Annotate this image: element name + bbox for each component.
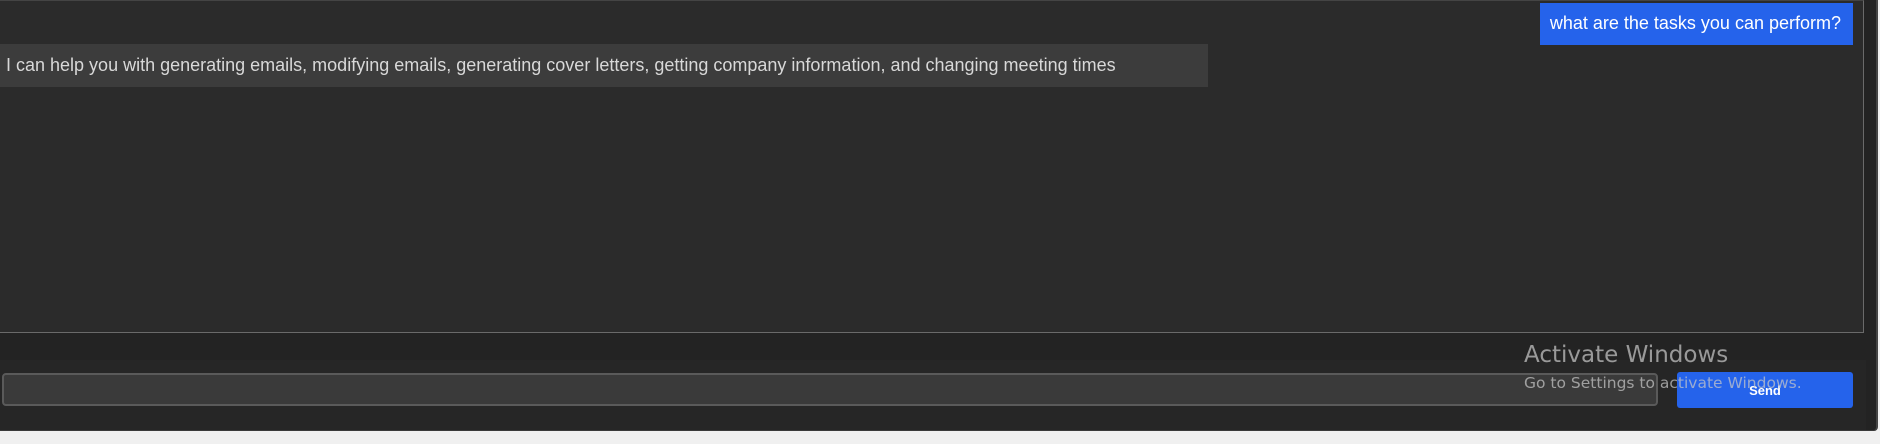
send-button[interactable]: Send [1677, 372, 1853, 408]
user-message-bubble: what are the tasks you can perform? [1539, 3, 1853, 45]
chat-messages-panel[interactable]: what are the tasks you can perform? I ca… [0, 0, 1864, 333]
composer-bar: Send [0, 360, 1866, 430]
message-input[interactable] [2, 373, 1658, 406]
assistant-message-bubble: I can help you with generating emails, m… [0, 44, 1208, 87]
chat-app-window: what are the tasks you can perform? I ca… [0, 0, 1878, 431]
